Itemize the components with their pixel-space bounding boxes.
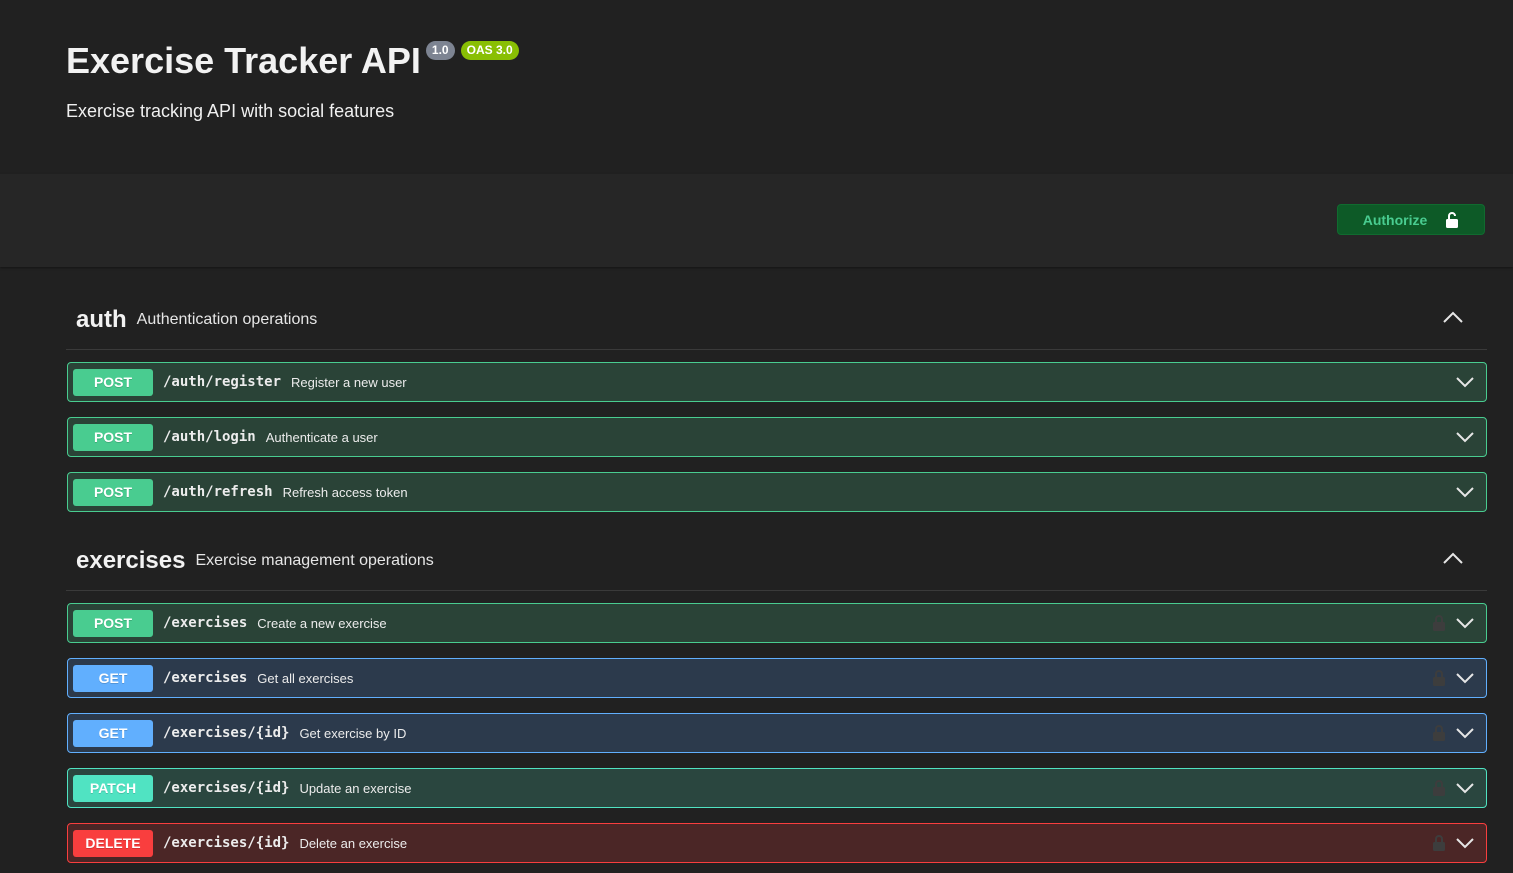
operation-summary: Register a new user (291, 374, 407, 390)
oas-badge: OAS 3.0 (460, 41, 519, 60)
operation-get-exercise-by-id[interactable]: GET /exercises/{id} Get exercise by ID (67, 713, 1487, 753)
method-badge: POST (73, 368, 153, 396)
operation-summary: Create a new exercise (257, 615, 387, 631)
chevron-up-icon[interactable] (1443, 552, 1463, 564)
operation-post-auth-register[interactable]: POST /auth/register Register a new user (67, 362, 1487, 402)
tag-header-auth[interactable]: auth Authentication operations (66, 290, 1487, 350)
chevron-down-icon[interactable] (1456, 837, 1474, 849)
method-badge: POST (73, 478, 153, 506)
lock-icon[interactable] (1432, 779, 1446, 797)
operation-path: /auth/login (163, 429, 256, 445)
tag-name: auth (76, 305, 127, 333)
operation-summary: Refresh access token (282, 484, 408, 500)
unlock-icon (1446, 211, 1459, 228)
method-badge: POST (73, 423, 153, 451)
method-badge: POST (73, 609, 153, 637)
method-badge: DELETE (73, 829, 153, 857)
chevron-down-icon[interactable] (1456, 431, 1474, 443)
operation-patch-exercise[interactable]: PATCH /exercises/{id} Update an exercise (67, 768, 1487, 808)
operation-summary: Get exercise by ID (299, 725, 407, 741)
method-badge: GET (73, 664, 153, 692)
chevron-down-icon[interactable] (1456, 486, 1474, 498)
version-badge: 1.0 (425, 41, 455, 60)
tag-name: exercises (76, 546, 186, 574)
operation-summary: Update an exercise (299, 780, 412, 796)
tag-description: Authentication operations (136, 310, 318, 328)
chevron-down-icon[interactable] (1456, 617, 1474, 629)
operation-path: /auth/refresh (163, 484, 273, 500)
lock-icon[interactable] (1432, 614, 1446, 632)
operation-path: /exercises (163, 670, 248, 686)
lock-icon[interactable] (1432, 724, 1446, 742)
operation-path: /exercises/{id} (163, 835, 290, 851)
operation-summary: Authenticate a user (265, 429, 378, 445)
operation-path: /exercises (163, 615, 248, 631)
api-description: Exercise tracking API with social featur… (66, 101, 395, 121)
chevron-up-icon[interactable] (1443, 311, 1463, 323)
operation-path: /exercises/{id} (163, 725, 290, 741)
operation-get-exercises[interactable]: GET /exercises Get all exercises (67, 658, 1487, 698)
scheme-container: Authorize (0, 174, 1513, 267)
operation-summary: Delete an exercise (299, 835, 408, 851)
chevron-down-icon[interactable] (1456, 376, 1474, 388)
method-badge: PATCH (73, 774, 153, 802)
tag-description: Exercise management operations (195, 551, 434, 569)
lock-icon[interactable] (1432, 669, 1446, 687)
chevron-down-icon[interactable] (1456, 782, 1474, 794)
tag-header-exercises[interactable]: exercises Exercise management operations (66, 531, 1487, 591)
operation-path: /auth/register (163, 374, 282, 390)
operation-path: /exercises/{id} (163, 780, 290, 796)
operation-summary: Get all exercises (257, 670, 354, 686)
operation-post-exercises[interactable]: POST /exercises Create a new exercise (67, 603, 1487, 643)
api-info: Exercise Tracker API 1.0 OAS 3.0 Exercis… (0, 0, 1513, 174)
authorize-label: Authorize (1362, 211, 1428, 228)
chevron-down-icon[interactable] (1456, 727, 1474, 739)
operation-delete-exercise[interactable]: DELETE /exercises/{id} Delete an exercis… (67, 823, 1487, 863)
title-row: Exercise Tracker API 1.0 OAS 3.0 (66, 38, 519, 84)
operation-post-auth-refresh[interactable]: POST /auth/refresh Refresh access token (67, 472, 1487, 512)
chevron-down-icon[interactable] (1456, 672, 1474, 684)
method-badge: GET (73, 719, 153, 747)
lock-icon[interactable] (1432, 834, 1446, 852)
operation-post-auth-login[interactable]: POST /auth/login Authenticate a user (67, 417, 1487, 457)
authorize-button[interactable]: Authorize (1337, 204, 1485, 235)
page-title: Exercise Tracker API (66, 40, 421, 81)
